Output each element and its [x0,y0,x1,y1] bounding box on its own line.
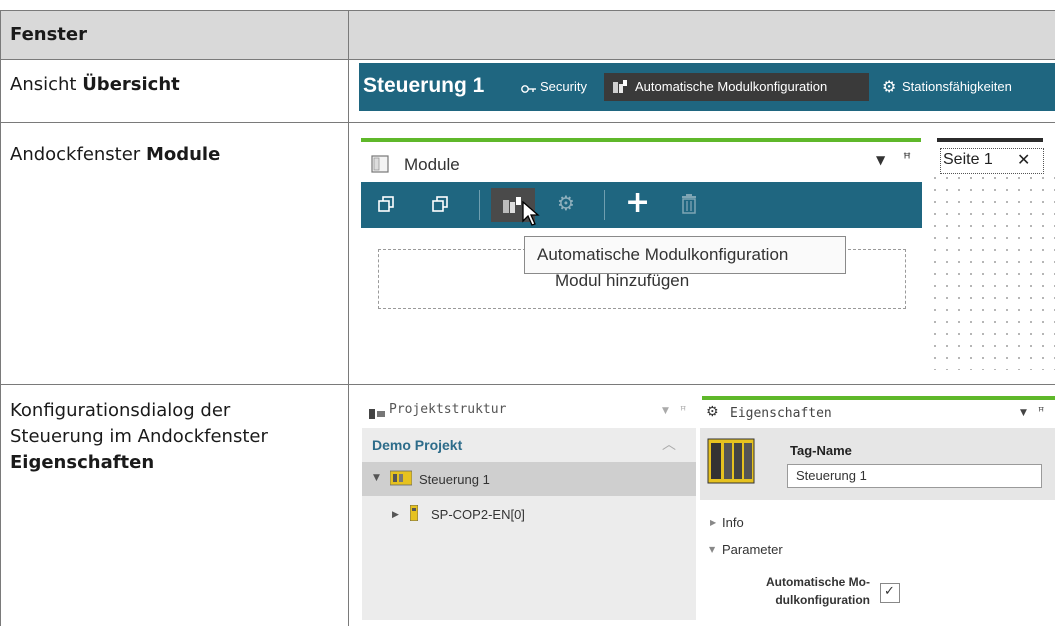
gear-icon[interactable]: ⚙ [557,191,575,215]
auto-module-config-label: Automatische Modulkonfiguration [635,79,828,94]
properties-title: Eigenschaften [730,406,832,421]
tree-item-module-label[interactable]: SP-COP2-EN[0] [431,507,525,522]
chevron-down-icon[interactable]: ▼ [1020,408,1027,418]
row1-label: Ansicht Übersicht [10,74,180,95]
pin-icon[interactable]: ꟸ [903,151,911,167]
gear-icon: ⚙ [706,404,719,420]
page-tab[interactable]: Seite 1 ✕ [940,148,1044,174]
controller-icon [389,470,413,490]
chevron-down-icon[interactable]: ▼ [662,406,669,416]
overview-toolbar: Steuerung 1 Security Automatische Modulk… [359,63,1055,111]
collapse-icon[interactable]: ︿ [662,434,676,454]
toolbar-separator [604,190,605,220]
table-header-label: Fenster [10,24,87,45]
modules-panel-title: Module [404,155,460,174]
table-border-middle [348,10,349,626]
add-module-icon[interactable]: + [625,186,650,220]
copy-module-icon[interactable] [377,195,397,217]
expand-arrow-icon[interactable]: ▶ [710,518,716,527]
toolbar-separator [479,190,480,220]
tag-name-label: Tag-Name [790,443,852,458]
properties-panel-accent [702,396,1055,400]
modules-panel-accent [361,138,921,142]
gear-icon: ⚙ [882,77,897,96]
pin-icon[interactable]: ꟸ [680,404,686,417]
page-canvas-grid [929,172,1055,370]
add-module-text: Modul hinzufügen [555,271,690,290]
expand-arrow-icon[interactable]: ▶ [392,510,399,520]
table-border-row1 [0,122,1055,123]
project-structure-title: Projektstruktur [389,402,507,417]
tree-item-controller-label: Steuerung 1 [419,472,490,487]
page-tab-accent [937,138,1043,142]
modules-toolbar: ⚙ + [361,182,922,228]
table-header-row [0,10,1055,59]
auto-config-icon [502,196,522,218]
table-border-top [0,10,1055,11]
pin-icon[interactable]: ꟸ [1038,405,1044,418]
parameter-section-label[interactable]: Parameter [722,542,783,557]
paste-module-icon[interactable] [431,195,451,217]
chevron-down-icon[interactable]: ▼ [876,153,885,167]
project-name[interactable]: Demo Projekt [372,437,462,453]
table-border-left [0,10,1,626]
close-icon[interactable]: ✕ [1017,150,1030,170]
auto-config-param-label: Automatische Mo- dulkonfiguration [765,575,870,607]
tooltip: Automatische Modulkonfiguration [524,236,846,274]
auto-config-checkbox[interactable]: ✓ [880,583,900,603]
info-section-label[interactable]: Info [722,515,744,530]
security-button[interactable]: Security [540,79,587,94]
trash-icon[interactable] [681,194,697,218]
page-tab-label: Seite 1 [943,151,993,168]
tag-name-field[interactable]: Steuerung 1 [787,464,1042,488]
module-device-icon [409,504,419,525]
key-icon [521,80,537,99]
module-icon [370,154,392,178]
table-border-row2 [0,384,1055,385]
tag-name-value: Steuerung 1 [796,468,867,483]
row2-label: Andockfenster Module [10,144,221,165]
collapse-arrow-icon[interactable]: ▼ [709,545,715,554]
row3-label: Konfigurationsdialog der Steuerung im An… [10,400,268,473]
tooltip-text: Automatische Modulkonfiguration [537,245,789,264]
checkmark-icon: ✓ [884,584,895,599]
mouse-cursor-icon [522,200,542,231]
tree-item-controller[interactable] [362,462,696,496]
controller-title: Steuerung 1 [363,74,485,97]
expand-arrow-icon[interactable]: ▼ [373,473,380,483]
table-border-header [0,59,1055,60]
auto-config-icon [612,79,628,99]
project-tree-icon [369,405,385,424]
station-capabilities-button[interactable]: Stationsfähigkeiten [902,79,1012,94]
controller-image-icon [707,437,755,489]
